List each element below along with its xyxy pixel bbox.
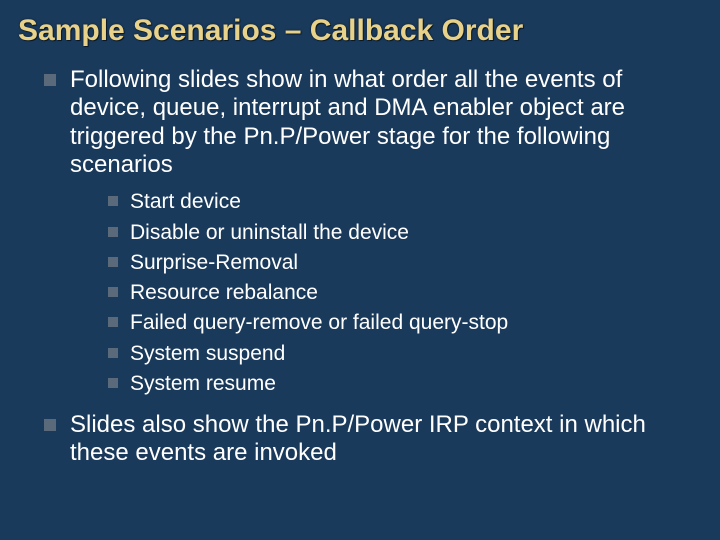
list-item-label: Resource rebalance bbox=[130, 280, 318, 306]
square-bullet-icon bbox=[108, 287, 118, 297]
square-bullet-icon bbox=[108, 227, 118, 237]
list-item: Resource rebalance bbox=[108, 280, 702, 306]
list-item: Disable or uninstall the device bbox=[108, 220, 702, 246]
square-bullet-icon bbox=[108, 196, 118, 206]
closing-text: Slides also show the Pn.P/Power IRP cont… bbox=[70, 411, 702, 468]
square-bullet-icon bbox=[108, 348, 118, 358]
list-item: System resume bbox=[108, 371, 702, 397]
list-item-label: System suspend bbox=[130, 341, 285, 367]
intro-text: Following slides show in what order all … bbox=[70, 66, 702, 179]
square-bullet-icon bbox=[108, 317, 118, 327]
list-item: Failed query-remove or failed query-stop bbox=[108, 310, 702, 336]
slide: Sample Scenarios – Callback Order Follow… bbox=[0, 0, 720, 540]
scenario-list: Start device Disable or uninstall the de… bbox=[108, 189, 702, 397]
list-item-label: Failed query-remove or failed query-stop bbox=[130, 310, 508, 336]
square-bullet-icon bbox=[44, 74, 56, 86]
list-item-label: Start device bbox=[130, 189, 241, 215]
list-item: Surprise-Removal bbox=[108, 250, 702, 276]
slide-title: Sample Scenarios – Callback Order bbox=[18, 14, 702, 48]
square-bullet-icon bbox=[108, 378, 118, 388]
intro-item: Following slides show in what order all … bbox=[44, 66, 702, 179]
square-bullet-icon bbox=[108, 257, 118, 267]
list-item: System suspend bbox=[108, 341, 702, 367]
list-item: Start device bbox=[108, 189, 702, 215]
list-item-label: Disable or uninstall the device bbox=[130, 220, 409, 246]
list-item-label: Surprise-Removal bbox=[130, 250, 298, 276]
closing-item: Slides also show the Pn.P/Power IRP cont… bbox=[44, 411, 702, 468]
square-bullet-icon bbox=[44, 419, 56, 431]
list-item-label: System resume bbox=[130, 371, 276, 397]
